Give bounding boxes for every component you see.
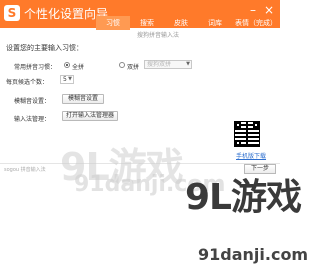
tab-dictionary[interactable]: 词库 — [198, 16, 232, 30]
tab-bar: 习惯 搜索 皮肤 词库 表情（完成） — [0, 16, 280, 30]
chevron-down-icon: ▼ — [186, 61, 190, 67]
chevron-down-icon: ▼ — [68, 76, 72, 82]
minimize-icon[interactable]: – — [246, 3, 260, 17]
mobile-download-link[interactable]: 手机版下载 — [236, 151, 266, 160]
shuangpin-radio[interactable] — [119, 62, 125, 68]
qr-code-image — [234, 121, 260, 147]
tab-habit[interactable]: 习惯 — [96, 16, 130, 30]
open-ime-manager-button[interactable]: 打开输入法管理器 — [62, 111, 118, 121]
shuangpin-scheme-value: 搜狗双拼 — [147, 61, 172, 68]
pinyin-habit-label: 常用拼音习惯： — [14, 64, 57, 71]
quanpin-label[interactable]: 全拼 — [72, 62, 84, 71]
close-icon[interactable]: × — [262, 3, 276, 17]
qr-finder — [235, 122, 241, 128]
quanpin-radio[interactable] — [64, 62, 70, 68]
fuzzy-settings-button[interactable]: 模糊音设置 — [62, 94, 104, 104]
candidates-select[interactable]: 5 ▼ — [60, 75, 74, 84]
shuangpin-scheme-select[interactable]: 搜狗双拼 ▼ — [144, 60, 192, 69]
shuangpin-label[interactable]: 双拼 — [127, 62, 139, 71]
section-title: 设置您的主要输入习惯： — [6, 44, 83, 52]
window-subtitle: 搜狗拼音输入法 — [136, 32, 179, 39]
ime-manage-label: 输入法管理： — [14, 116, 51, 123]
tab-search[interactable]: 搜索 — [130, 16, 164, 30]
footer-brand: sogou 拼音输入法 — [4, 167, 46, 173]
tab-emoji-finish[interactable]: 表情（完成） — [232, 16, 280, 30]
candidates-label: 每页候选个数： — [6, 79, 49, 86]
qr-finder — [235, 140, 241, 146]
fuzzy-label: 模糊音设置： — [14, 98, 51, 105]
tab-skin[interactable]: 皮肤 — [164, 16, 198, 30]
candidates-value: 5 — [63, 76, 67, 83]
watermark-logo-dark: 9L游戏 — [185, 177, 302, 218]
watermark-url-dark: 91danji.com — [198, 245, 309, 264]
qr-finder — [253, 122, 259, 128]
